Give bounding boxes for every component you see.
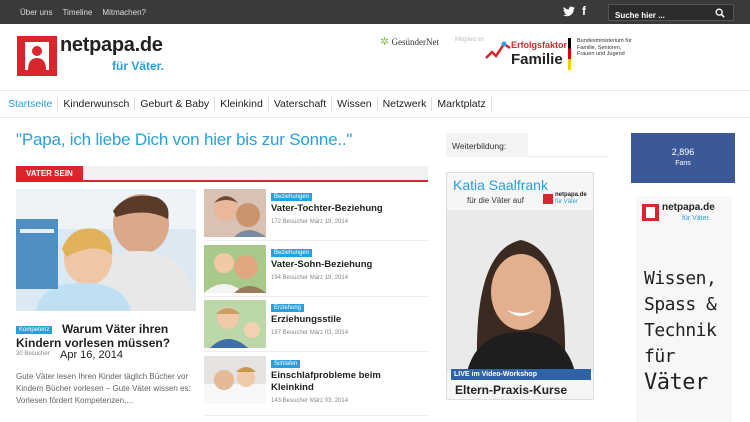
- side-article[interactable]: Schlafen Einschlafprobleme beim Kleinkin…: [204, 356, 429, 416]
- top-bar: Über uns Timeline Mitmachen? f: [0, 0, 750, 24]
- side-article-title[interactable]: Erziehungsstile: [271, 314, 426, 326]
- ad-subtitle: für die Väter auf: [467, 196, 524, 205]
- partner-gesuendernet[interactable]: ✲ GesünderNet: [380, 35, 439, 48]
- main-nav: Startseite Kinderwunsch Geburt & Baby Kl…: [0, 90, 750, 118]
- nav-wissen[interactable]: Wissen: [332, 97, 378, 111]
- side-article-title[interactable]: Vater-Tochter-Beziehung: [271, 203, 426, 215]
- side-article-thumb[interactable]: [204, 189, 266, 237]
- main-article-visitors: 30 Besucher: [16, 351, 50, 357]
- erfolgsfaktor-logo-icon: [485, 41, 511, 59]
- right-ad-brand: netpapa.de: [662, 202, 715, 213]
- nav-marktplatz[interactable]: Marktplatz: [432, 97, 492, 111]
- ad-portrait-image: [447, 210, 593, 372]
- netpapa-logo-icon: [642, 204, 659, 221]
- side-article-thumb[interactable]: [204, 356, 266, 404]
- ad-live-label: LIVE im Video-Workshop: [451, 369, 591, 380]
- side-article-badge[interactable]: Beziehungen: [271, 249, 313, 257]
- nav-kleinkind[interactable]: Kleinkind: [215, 97, 269, 111]
- nav-kinderwunsch[interactable]: Kinderwunsch: [58, 97, 136, 111]
- twitter-icon[interactable]: [563, 6, 575, 17]
- federal-flag-icon: [568, 38, 571, 70]
- side-article-meta: 194 Besucher März 19, 2014: [271, 275, 349, 281]
- search-input[interactable]: [609, 8, 709, 23]
- logo-icon[interactable]: [17, 36, 57, 76]
- right-ad-tagline: für Väter.: [682, 215, 711, 222]
- facebook-fans-box[interactable]: 2,896 Fans: [631, 133, 735, 183]
- right-ad-slogan: Wissen, Spass & Technik für Väter: [644, 268, 717, 395]
- side-article-meta: 187 Besucher März 03, 2014: [271, 330, 349, 336]
- link-timeline[interactable]: Timeline: [62, 8, 92, 17]
- side-article-badge[interactable]: Beziehungen: [271, 193, 313, 201]
- link-join[interactable]: Mitmachen?: [102, 8, 146, 17]
- weiterbildung-ad[interactable]: Katia Saalfrank für die Väter auf netpap…: [446, 172, 594, 400]
- main-article-title[interactable]: Warum Väter ihren Kindern vorlesen müsse…: [16, 322, 192, 350]
- side-article-title[interactable]: Vater-Sohn-Beziehung: [271, 259, 426, 271]
- ad-course-title: Eltern-Praxis-Kurse: [455, 383, 568, 397]
- familie-label: Familie: [511, 51, 563, 68]
- facebook-icon[interactable]: f: [582, 4, 586, 18]
- ministry-label: Bundesministerium für Familie, Senioren,…: [577, 38, 632, 57]
- search-icon[interactable]: [715, 8, 725, 18]
- main-article-date: Apr 16, 2014: [60, 349, 123, 361]
- side-article-thumb[interactable]: [204, 245, 266, 293]
- side-article-badge[interactable]: Schlafen: [271, 360, 301, 368]
- side-article-badge[interactable]: Erziehung: [271, 304, 305, 312]
- weiterbildung-heading: Weiterbildung:: [446, 133, 528, 157]
- side-article-meta: 143 Besucher März 03, 2014: [271, 398, 349, 404]
- side-article[interactable]: Beziehungen Vater-Tochter-Beziehung 172 …: [204, 189, 429, 241]
- quote-headline[interactable]: "Papa, ich liebe Dich von hier bis zur S…: [16, 130, 352, 150]
- nav-geburt-baby[interactable]: Geburt & Baby: [135, 97, 216, 111]
- top-links: Über uns Timeline Mitmachen?: [20, 0, 146, 24]
- member-note: Mitglied im: [455, 37, 484, 43]
- main-article-image[interactable]: [16, 189, 196, 311]
- nav-netzwerk[interactable]: Netzwerk: [378, 97, 433, 111]
- logo-tagline: für Väter.: [112, 59, 165, 73]
- side-article-thumb[interactable]: [204, 300, 266, 348]
- link-about[interactable]: Über uns: [20, 8, 52, 17]
- right-ad[interactable]: netpapa.de für Väter. Wissen, Spass & Te…: [636, 196, 732, 422]
- ad-mini-brand: netpapa.de für Väter: [555, 192, 587, 205]
- search-box: [608, 4, 734, 23]
- fans-label: Fans: [675, 160, 691, 167]
- ad-person-name: Katia Saalfrank: [453, 177, 548, 193]
- side-article[interactable]: Erziehung Erziehungsstile 187 Besucher M…: [204, 300, 429, 352]
- side-article-meta: 172 Besucher März 19, 2014: [271, 219, 349, 225]
- main-article-excerpt: Gute Väter lesen Ihren Kinder täglich Bü…: [16, 372, 191, 405]
- side-article[interactable]: Beziehungen Vater-Sohn-Beziehung 194 Bes…: [204, 245, 429, 297]
- side-article-title[interactable]: Einschlafprobleme beim Kleinkind: [271, 370, 426, 394]
- netpapa-mini-logo-icon: [543, 194, 553, 204]
- logo-name[interactable]: netpapa.de: [60, 34, 163, 57]
- erfolgsfaktor-label: Erfolgsfaktor: [511, 40, 568, 50]
- leaf-icon: ✲: [380, 36, 390, 48]
- category-tag[interactable]: VATER SEIN: [16, 166, 83, 182]
- fans-count: 2,896: [671, 147, 695, 157]
- nav-startseite[interactable]: Startseite: [3, 97, 59, 111]
- nav-vaterschaft[interactable]: Vaterschaft: [269, 97, 333, 111]
- main-article-badge[interactable]: Kompetenz: [16, 326, 53, 334]
